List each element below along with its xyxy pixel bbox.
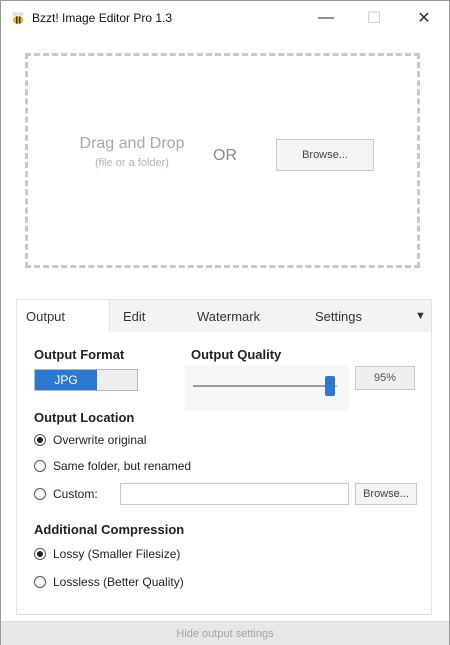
- quality-slider[interactable]: [193, 385, 337, 387]
- hide-output-settings-button[interactable]: Hide output settings: [1, 621, 449, 645]
- tab-output[interactable]: Output: [17, 300, 110, 332]
- radio-button[interactable]: [34, 548, 46, 560]
- app-window: Bzzt! Image Editor Pro 1.3 — ☐ ✕ Drag an…: [0, 0, 450, 645]
- quality-value: 95%: [355, 366, 415, 390]
- or-label: OR: [213, 147, 237, 164]
- window-title: Bzzt! Image Editor Pro 1.3: [32, 11, 173, 25]
- radio-button[interactable]: [34, 434, 46, 446]
- quality-slider-area: [185, 365, 350, 411]
- tab-settings[interactable]: Settings: [315, 300, 362, 332]
- drop-zone-title: Drag and Drop: [79, 135, 185, 152]
- radio-label: Same folder, but renamed: [53, 459, 192, 473]
- drop-zone[interactable]: Drag and Drop (file or a folder) OR Brow…: [25, 53, 420, 268]
- radio-button[interactable]: [34, 576, 46, 588]
- output-format-toggle-off: [97, 370, 137, 390]
- radio-lossless[interactable]: Lossless (Better Quality): [34, 575, 184, 589]
- output-format-toggle[interactable]: JPG: [34, 369, 138, 391]
- radio-button[interactable]: [34, 460, 46, 472]
- settings-panel: Output Edit Watermark Settings ▼ Output …: [16, 299, 432, 615]
- bee-icon: [12, 12, 24, 24]
- radio-label: Custom:: [53, 487, 98, 501]
- radio-same-folder-renamed[interactable]: Same folder, but renamed: [34, 459, 191, 473]
- output-location-label: Output Location: [34, 410, 135, 425]
- quality-slider-thumb[interactable]: [324, 376, 335, 396]
- tab-watermark[interactable]: Watermark: [197, 300, 260, 332]
- chevron-down-icon[interactable]: ▼: [415, 310, 426, 322]
- output-tab-content: Output Format JPG Output Quality 95% Out…: [17, 332, 431, 614]
- tab-edit[interactable]: Edit: [123, 300, 145, 332]
- output-format-value: JPG: [35, 370, 97, 390]
- radio-overwrite-original[interactable]: Overwrite original: [34, 433, 146, 447]
- radio-label: Lossy (Smaller Filesize): [53, 547, 181, 561]
- quality-slider-fill: [193, 385, 330, 387]
- radio-label: Overwrite original: [53, 433, 147, 447]
- additional-compression-label: Additional Compression: [34, 522, 185, 537]
- output-quality-label: Output Quality: [191, 347, 282, 362]
- output-format-label: Output Format: [34, 347, 125, 362]
- title-bar[interactable]: Bzzt! Image Editor Pro 1.3 — ☐ ✕: [1, 1, 449, 34]
- radio-button[interactable]: [34, 488, 46, 500]
- tab-bar: Output Edit Watermark Settings ▼: [17, 300, 431, 332]
- drop-zone-subtitle: (file or a folder): [95, 157, 169, 169]
- radio-lossy[interactable]: Lossy (Smaller Filesize): [34, 547, 180, 561]
- custom-path-input[interactable]: [120, 483, 349, 505]
- minimize-button[interactable]: —: [303, 1, 349, 34]
- custom-browse-button[interactable]: Browse...: [355, 483, 417, 505]
- maximize-button[interactable]: ☐: [351, 1, 397, 34]
- close-button[interactable]: ✕: [401, 1, 447, 34]
- browse-button[interactable]: Browse...: [276, 139, 374, 171]
- radio-custom[interactable]: Custom:: [34, 487, 98, 501]
- radio-label: Lossless (Better Quality): [53, 575, 184, 589]
